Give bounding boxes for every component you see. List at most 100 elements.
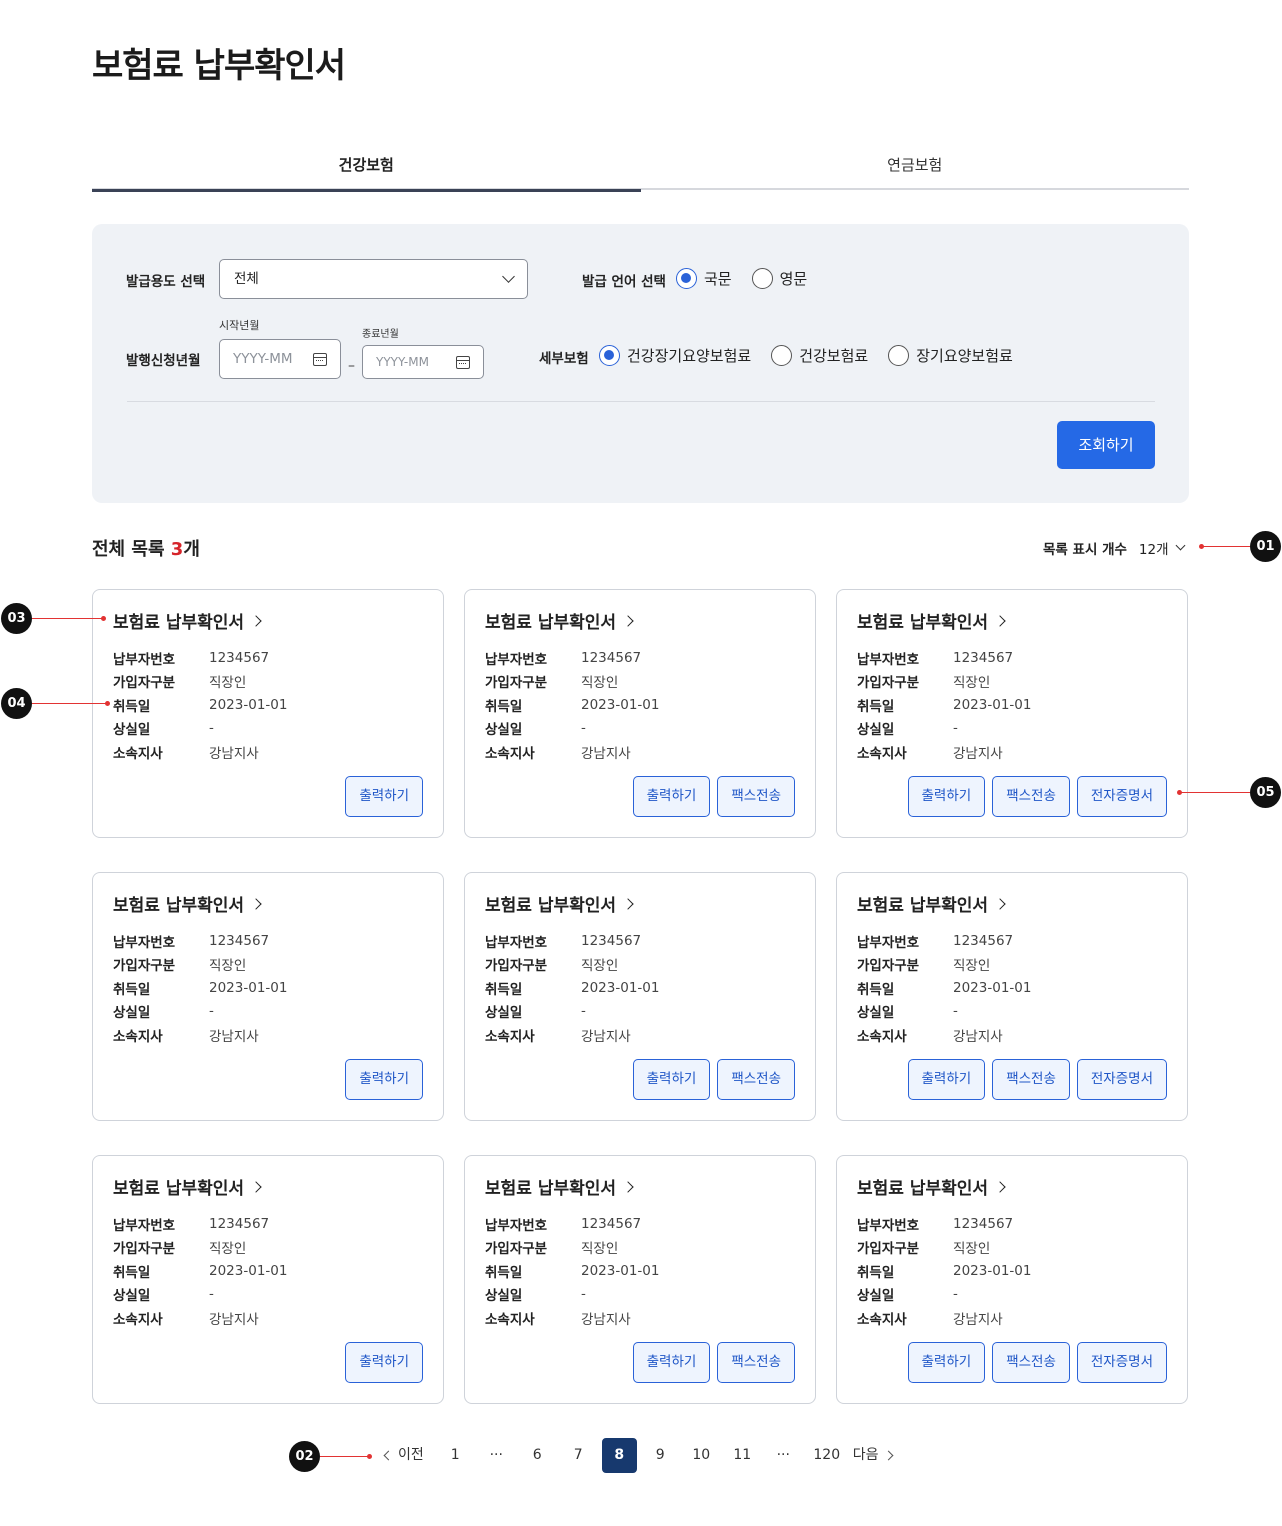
page-9[interactable]: 9 [643,1438,678,1473]
card-title: 보험료 납부확인서 [857,1179,989,1199]
lost-date-value: - [209,1003,214,1020]
calendar-icon[interactable] [456,356,470,369]
pagination-ellipsis: ··· [489,1447,503,1463]
end-month-input[interactable]: YYYY-MM [362,345,484,379]
member-type-label: 가입자구분 [113,1241,176,1258]
insurance-radio-ltc-health[interactable]: 건강장기요양보험료 [599,345,751,366]
certificate-card: 보험료 납부확인서 납부자번호 1234567 가입자구분 직장인 취득일 2023-01-… [836,872,1188,1121]
branch-label: 소속지사 [113,1028,163,1045]
print-button[interactable]: 출력하기 [345,1342,423,1383]
card-title: 보험료 납부확인서 [485,613,617,633]
acquired-date-label: 취득일 [485,981,523,998]
certificate-card: 보험료 납부확인서납부자번호 1234567 가입자구분 직장인 취득일 2023-01-… [92,1155,444,1404]
page-11[interactable]: 11 [725,1438,760,1473]
language-radio-korean[interactable]: 국문 [676,268,732,289]
acquired-date-label: 취득일 [857,981,895,998]
print-button[interactable]: 출력하기 [632,1342,711,1383]
start-month-placeholder: YYYY-MM [233,351,293,367]
fax-button[interactable]: 팩스전송 [992,1342,1070,1383]
pagination-next[interactable]: 다음 [852,1438,893,1473]
branch-label: 소속지사 [485,1311,535,1328]
lost-date-value: - [953,1286,958,1303]
certificate-card: 보험료 납부확인서납부자번호 1234567 가입자구분 직장인 취득일 2023-01-… [836,589,1188,838]
print-button[interactable]: 출력하기 [907,1342,986,1383]
card-actions: 출력하기 팩스전송 전자증명서 [907,776,1167,817]
per-page-select[interactable]: 12개 [1139,538,1169,558]
fax-button[interactable]: 팩스전송 [992,776,1070,817]
print-button[interactable]: 출력하기 [345,776,423,817]
start-month-input[interactable]: YYYY-MM [219,339,341,379]
payer-number-value: 1234567 [581,1215,642,1232]
page-1[interactable]: 1 [438,1438,473,1473]
card-title: 보험료 납부확인서 [113,896,245,916]
insurance-radio-label: 건강장기요양보험료 [627,347,752,365]
print-button[interactable]: 출력하기 [907,1059,986,1100]
info-row-branch: 소속지사 강남지사 [485,740,659,764]
page-7[interactable]: 7 [561,1438,596,1473]
chevron-right-icon [250,897,262,910]
branch-label: 소속지사 [485,1028,535,1045]
info-row-acquired-date: 취득일 2023-01-01 [857,1259,1031,1283]
purpose-select[interactable]: 전체 [219,259,528,299]
radio-unchecked-icon [888,345,910,366]
list-count: 3 [170,539,184,560]
annotation-line [32,703,108,704]
pagination-prev[interactable]: 이전 [383,1438,424,1473]
card-title-link[interactable]: 보험료 납부확인서 [113,891,262,916]
print-button[interactable]: 출력하기 [632,1059,711,1100]
info-row-lost-date: 상실일 - [857,1000,1031,1024]
card-title-link[interactable]: 보험료 납부확인서 [485,1174,634,1199]
info-row-payer-number: 납부자번호 1234567 [485,929,659,953]
branch-value: 강남지사 [581,1311,631,1328]
info-row-branch: 소속지사 강남지사 [485,1306,659,1330]
fax-button[interactable]: 팩스전송 [717,776,795,817]
card-actions: 출력하기 팩스전송 [632,1342,795,1383]
print-button[interactable]: 출력하기 [345,1059,423,1100]
fax-button[interactable]: 팩스전송 [992,1059,1070,1100]
page-8-current[interactable]: 8 [601,1438,637,1473]
page-10[interactable]: 10 [684,1438,719,1473]
print-button[interactable]: 출력하기 [907,776,986,817]
fax-button[interactable]: 팩스전송 [717,1059,795,1100]
card-info: 납부자번호 1234567 가입자구분 직장인 취득일 2023-01-01 상실일 - 소속지… [857,1212,1031,1330]
card-title-link[interactable]: 보험료 납부확인서 [485,891,634,916]
chevron-down-icon[interactable] [1175,540,1185,551]
pagination-next-label: 다음 [852,1447,879,1463]
member-type-value: 직장인 [209,958,247,975]
calendar-icon[interactable] [313,353,327,366]
print-button[interactable]: 출력하기 [632,776,711,817]
card-title-link[interactable]: 보험료 납부확인서 [857,891,1006,916]
card-title-link[interactable]: 보험료 납부확인서 [113,1174,262,1199]
lost-date-label: 상실일 [113,722,151,739]
search-button[interactable]: 조회하기 [1057,421,1155,469]
page-6[interactable]: 6 [520,1438,555,1473]
branch-label: 소속지사 [857,1028,907,1045]
card-title-link[interactable]: 보험료 납부확인서 [857,608,1006,633]
page-120[interactable]: 120 [807,1438,847,1473]
fax-button[interactable]: 팩스전송 [717,1342,795,1383]
page-title: 보험료 납부확인서 [92,46,346,86]
e-certificate-button[interactable]: 전자증명서 [1076,1059,1167,1100]
info-row-lost-date: 상실일 - [857,717,1031,741]
payer-number-label: 납부자번호 [485,1217,548,1234]
branch-label: 소속지사 [857,1311,907,1328]
card-title: 보험료 납부확인서 [857,896,989,916]
insurance-radio-ltc[interactable]: 장기요양보험료 [888,345,1013,366]
e-certificate-button[interactable]: 전자증명서 [1076,776,1167,817]
chevron-right-icon [250,614,262,627]
info-row-payer-number: 납부자번호 1234567 [857,1212,1031,1236]
tab-health-insurance[interactable]: 건강보험 [92,140,641,192]
tab-pension-insurance[interactable]: 연금보험 [641,140,1190,190]
annotation-marker-05: 05 [1250,777,1281,808]
insurance-radio-health[interactable]: 건강보험료 [771,345,868,366]
pagination-prev-label: 이전 [398,1447,424,1463]
card-info: 납부자번호 1234567 가입자구분 직장인 취득일 2023-01-01 상실일 - 소속지… [857,646,1031,764]
card-title: 보험료 납부확인서 [113,613,245,633]
e-certificate-button[interactable]: 전자증명서 [1076,1342,1167,1383]
card-info: 납부자번호 1234567 가입자구분 직장인 취득일 2023-01-01 상실일 - 소속지… [485,929,659,1047]
card-title-link[interactable]: 보험료 납부확인서 [485,608,634,633]
card-title-link[interactable]: 보험료 납부확인서 [857,1174,1006,1199]
language-radio-english[interactable]: 영문 [751,268,807,289]
card-info: 납부자번호 1234567 가입자구분 직장인 취득일 2023-01-01 상실일 - 소속지… [113,1212,287,1330]
card-title-link[interactable]: 보험료 납부확인서 [113,608,262,633]
